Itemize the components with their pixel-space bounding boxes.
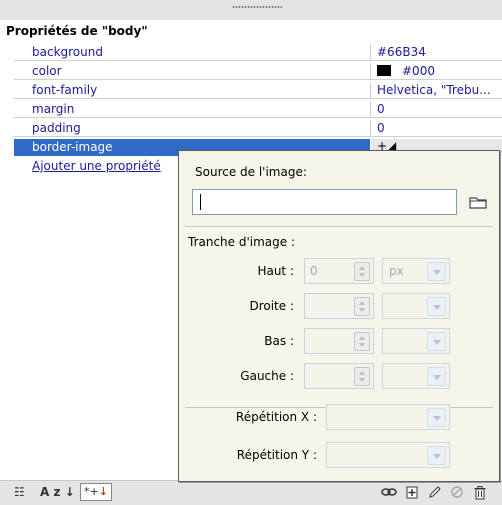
slice-bottom-label: Bas :	[264, 334, 294, 348]
repeat-y-row: Répétition Y :	[179, 442, 499, 468]
chevron-down-icon[interactable]	[427, 297, 446, 316]
chevron-down-icon[interactable]	[427, 408, 446, 427]
repeat-x-select[interactable]	[326, 404, 450, 430]
property-name[interactable]: background	[32, 45, 103, 59]
list-view-icon[interactable]: ☷	[14, 485, 25, 499]
image-source-label: Source de l'image:	[195, 165, 307, 179]
property-row[interactable]: color #000	[0, 63, 502, 80]
color-value-text: #000	[402, 64, 435, 78]
property-row[interactable]: padding 0	[0, 120, 502, 137]
border-image-popup: Source de l'image: Tranche d'image : Hau…	[178, 150, 500, 482]
property-value[interactable]: Helvetica, "Trebu...	[377, 83, 502, 97]
property-name[interactable]: border-image	[32, 140, 113, 154]
property-value[interactable]: #66B34	[377, 45, 502, 59]
slice-right-label: Droite :	[249, 299, 294, 313]
slice-top-value: 0	[310, 264, 318, 278]
slice-bottom-input[interactable]	[304, 328, 374, 354]
slice-right-row: Droite :	[179, 293, 499, 319]
chevron-down-icon[interactable]	[427, 367, 446, 386]
disable-property-icon[interactable]	[450, 485, 464, 502]
edit-rule-icon[interactable]	[428, 485, 442, 502]
slice-top-input[interactable]: 0	[304, 258, 374, 284]
slice-left-input[interactable]	[304, 363, 374, 389]
bottom-toolbar: ☷ A z ↓ *+↓	[0, 480, 502, 505]
repeat-x-row: Répétition X :	[179, 404, 499, 430]
slice-right-unit-select[interactable]	[382, 293, 450, 319]
chevron-down-icon[interactable]	[427, 262, 446, 281]
image-source-input[interactable]	[192, 189, 457, 215]
slice-top-label: Haut :	[257, 264, 294, 278]
browse-folder-icon[interactable]	[467, 191, 489, 213]
slice-bottom-row: Bas :	[179, 328, 499, 354]
slice-right-input[interactable]	[304, 293, 374, 319]
trash-icon[interactable]	[473, 485, 487, 503]
chevron-down-icon[interactable]	[427, 332, 446, 351]
show-set-properties-icon[interactable]: *+↓	[80, 483, 112, 501]
repeat-x-label: Répétition X :	[235, 410, 317, 424]
property-value[interactable]: 0	[377, 102, 502, 116]
repeat-y-select[interactable]	[326, 442, 450, 468]
repeat-y-label: Répétition Y :	[236, 448, 317, 462]
property-value-color[interactable]: #000	[377, 64, 502, 78]
attach-stylesheet-icon[interactable]	[381, 485, 397, 502]
property-name[interactable]: font-family	[32, 83, 97, 97]
set-props-arrow: ↓	[98, 485, 108, 498]
slice-left-unit-select[interactable]	[382, 363, 450, 389]
property-name[interactable]: padding	[32, 121, 81, 135]
image-slice-label: Tranche d'image :	[188, 235, 296, 249]
add-property-link[interactable]: Ajouter une propriété	[32, 159, 161, 173]
slice-right-stepper[interactable]	[354, 297, 370, 316]
property-row[interactable]: margin 0	[0, 101, 502, 118]
chevron-down-icon[interactable]	[427, 446, 446, 465]
slice-bottom-unit-select[interactable]	[382, 328, 450, 354]
slice-left-stepper[interactable]	[354, 367, 370, 386]
property-value[interactable]: 0	[377, 121, 502, 135]
slice-bottom-stepper[interactable]	[354, 332, 370, 351]
slice-top-unit-select[interactable]: px	[382, 258, 450, 284]
slice-left-label: Gauche :	[240, 369, 294, 383]
color-swatch[interactable]	[377, 65, 391, 76]
sort-az-icon[interactable]: A z ↓	[40, 485, 75, 499]
new-css-rule-icon[interactable]	[405, 485, 419, 502]
property-name[interactable]: color	[32, 64, 62, 78]
slice-left-row: Gauche :	[179, 363, 499, 389]
property-row[interactable]: background #66B34	[0, 44, 502, 61]
set-props-glyph: *+	[84, 485, 99, 498]
slice-top-unit: px	[389, 264, 404, 278]
panel-gripper[interactable]	[0, 0, 502, 20]
slice-top-stepper[interactable]	[354, 262, 370, 281]
slice-top-row: Haut : 0 px	[179, 258, 499, 284]
property-name[interactable]: margin	[32, 102, 74, 116]
panel-title: Propriétés de "body"	[6, 24, 148, 38]
property-row[interactable]: font-family Helvetica, "Trebu...	[0, 82, 502, 99]
